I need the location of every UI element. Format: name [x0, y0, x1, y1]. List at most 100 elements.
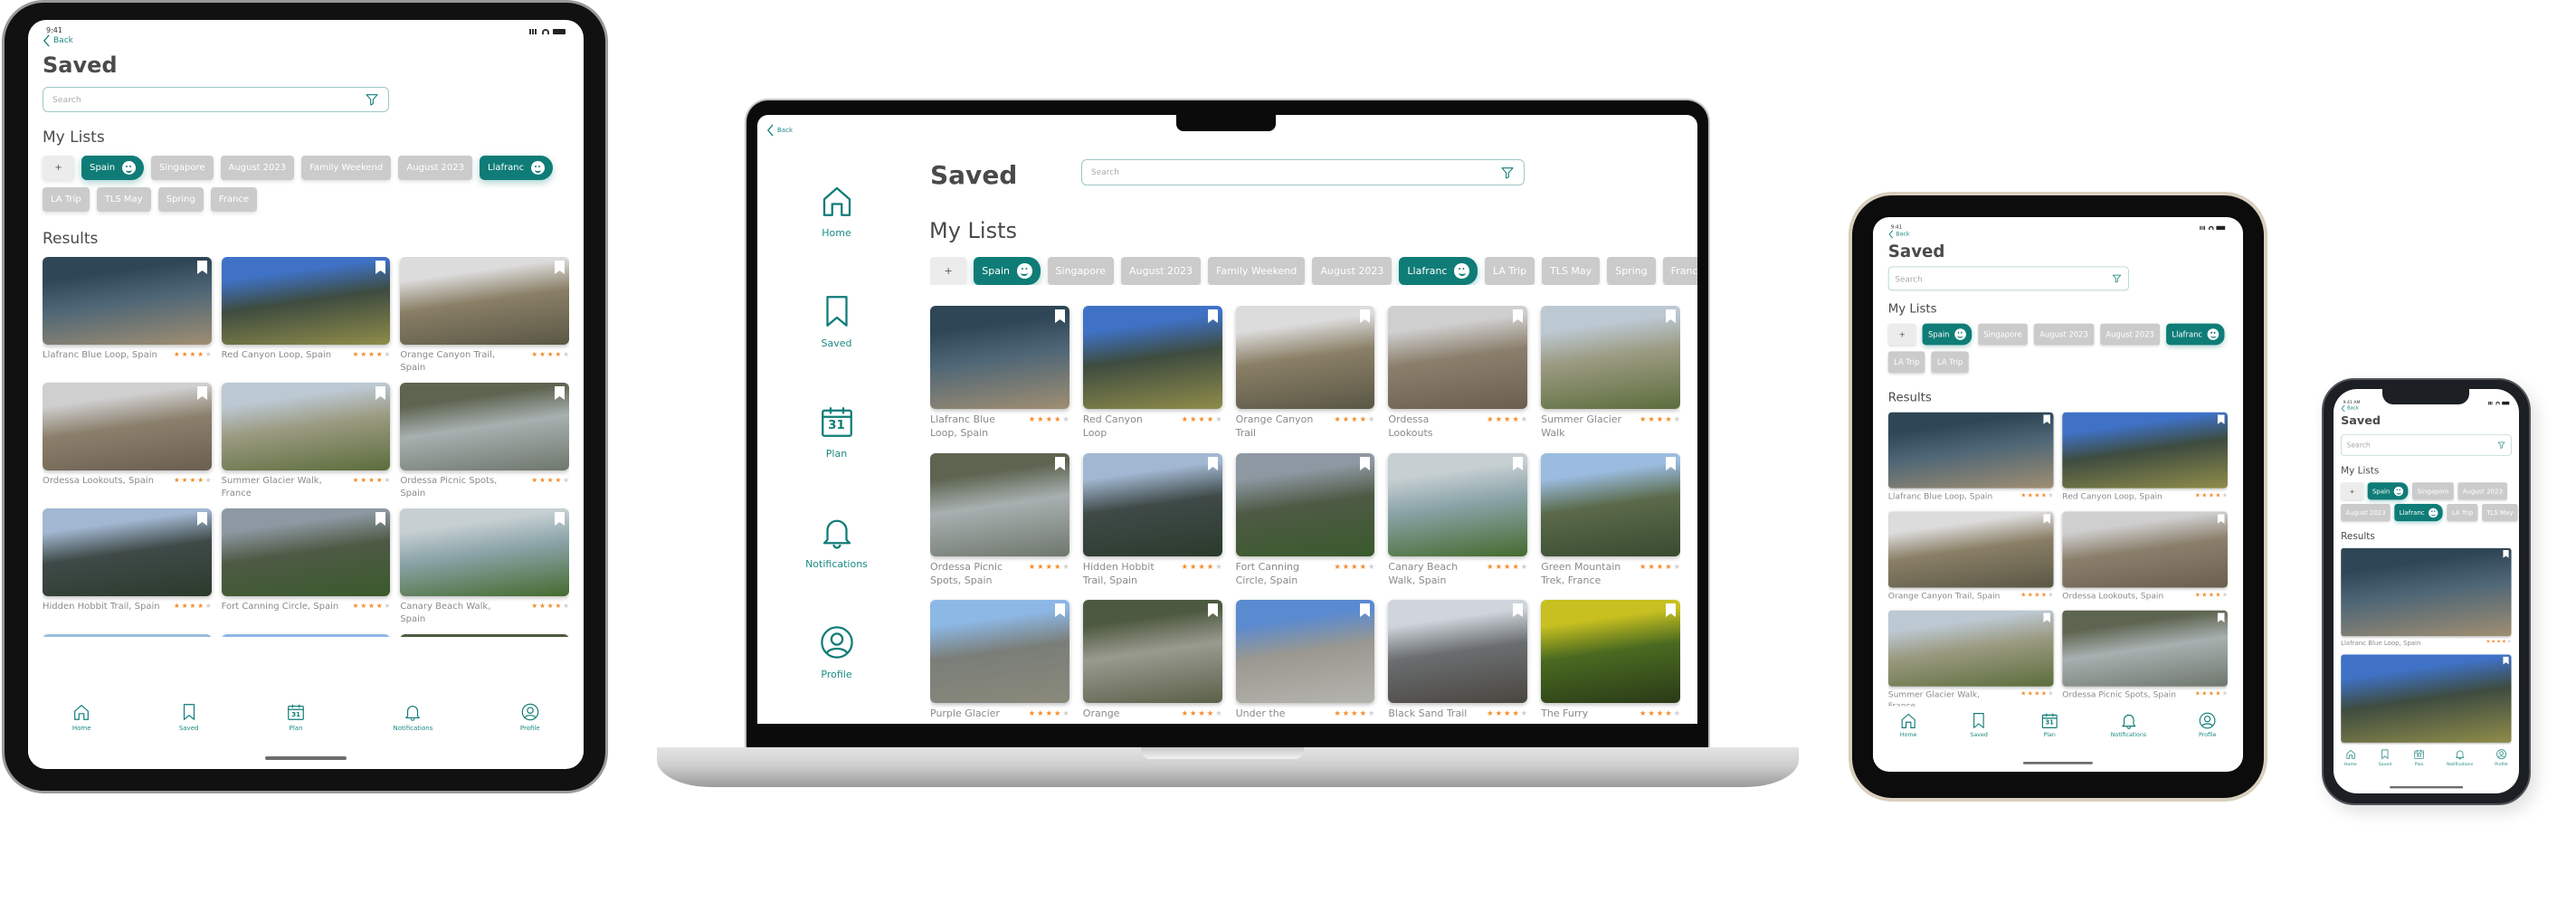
bookmark-icon[interactable]: [2217, 612, 2225, 623]
result-card[interactable]: Ordessa Picnic Spots, Spain: [930, 452, 1069, 588]
result-card[interactable]: Red Canyon Loop, Spain: [2062, 412, 2228, 503]
bookmark-icon[interactable]: [2043, 612, 2050, 623]
result-card[interactable]: Hidden Hobbit Trail, Spain: [1082, 452, 1222, 588]
bookmark-icon[interactable]: [555, 386, 565, 400]
list-chip[interactable]: Spring: [157, 187, 204, 212]
list-chip[interactable]: Singapore: [151, 156, 214, 180]
result-photo[interactable]: [1235, 600, 1375, 704]
back-button[interactable]: Back: [2341, 404, 2512, 413]
list-chip[interactable]: Llafranc: [2394, 504, 2443, 522]
bookmark-icon[interactable]: [1513, 309, 1524, 323]
bookmark-icon[interactable]: [1360, 456, 1371, 470]
result-card[interactable]: Summer Glacier Walk, France: [221, 383, 391, 499]
result-photo[interactable]: [1541, 306, 1680, 409]
result-card[interactable]: Ordessa Lookouts, Spain: [43, 383, 212, 499]
nav-item-home[interactable]: Home: [1899, 711, 1918, 738]
list-chip[interactable]: August 2023: [1121, 257, 1202, 285]
result-card[interactable]: Orange: [400, 634, 569, 637]
list-chip[interactable]: August 2023: [2457, 482, 2508, 500]
nav-item-saved[interactable]: Saved: [2379, 748, 2391, 766]
result-card[interactable]: Green Mountain Trek, France: [43, 634, 212, 637]
list-chip[interactable]: Singapore: [2412, 482, 2454, 500]
result-photo[interactable]: [930, 452, 1069, 556]
result-photo[interactable]: [1388, 452, 1528, 556]
bookmark-icon[interactable]: [1666, 456, 1676, 470]
search-input[interactable]: Search: [1081, 159, 1525, 185]
bookmark-icon[interactable]: [1207, 309, 1218, 323]
nav-item-profile[interactable]: Profile: [520, 702, 540, 732]
bookmark-icon[interactable]: [196, 386, 207, 400]
search-input[interactable]: Search: [1887, 266, 2129, 291]
bookmark-icon[interactable]: [1513, 603, 1524, 618]
nav-item-plan[interactable]: 31 Plan: [286, 702, 306, 732]
list-chip[interactable]: Spain: [2367, 482, 2409, 500]
nav-item-profile[interactable]: Profile: [2495, 748, 2508, 766]
result-card[interactable]: Canary Beach Walk, Spain: [400, 508, 569, 625]
nav-item-saved[interactable]: Saved: [1970, 711, 1989, 738]
list-chip[interactable]: TLS May: [2482, 504, 2518, 522]
filter-icon[interactable]: [1500, 166, 1515, 180]
result-photo[interactable]: [1388, 306, 1528, 409]
bookmark-icon[interactable]: [2217, 513, 2225, 524]
bookmark-icon[interactable]: [2043, 513, 2050, 524]
result-card[interactable]: Llafranc Blue Loop, Spain: [2341, 547, 2512, 648]
sidebar-item-saved[interactable]: Saved: [757, 292, 916, 349]
add-list-button[interactable]: +: [1887, 323, 1916, 346]
result-photo[interactable]: [1235, 452, 1375, 556]
result-photo[interactable]: [1082, 306, 1222, 409]
result-photo[interactable]: [400, 257, 569, 345]
result-photo[interactable]: [1082, 452, 1222, 556]
result-photo[interactable]: [1082, 600, 1222, 704]
bookmark-icon[interactable]: [196, 512, 207, 526]
list-chip[interactable]: August 2023: [220, 156, 295, 180]
result-card[interactable]: Canary Beach Walk, Spain: [1388, 452, 1528, 588]
nav-item-plan[interactable]: 31 Plan: [2413, 748, 2425, 766]
result-card[interactable]: Fort Canning Circle, Spain: [1235, 452, 1375, 588]
nav-item-notifications[interactable]: Notifications: [2111, 711, 2146, 738]
add-list-button[interactable]: +: [2341, 482, 2363, 500]
nav-item-home[interactable]: Home: [71, 702, 91, 732]
sidebar-item-home[interactable]: Home: [757, 182, 916, 239]
bookmark-icon[interactable]: [1666, 603, 1676, 618]
bookmark-icon[interactable]: [1513, 456, 1524, 470]
list-chip[interactable]: France: [1662, 257, 1697, 285]
result-photo[interactable]: [2062, 511, 2228, 588]
result-card[interactable]: Summer Glacier Walk, France: [1887, 610, 2054, 712]
search-input[interactable]: Search: [2341, 434, 2512, 456]
list-chip[interactable]: August 2023: [398, 156, 472, 180]
nav-item-notifications[interactable]: Notifications: [2447, 748, 2473, 766]
result-photo[interactable]: [221, 257, 391, 345]
back-button[interactable]: Back: [1888, 230, 2228, 239]
result-card[interactable]: Ordessa Picnic Spots, Spain: [400, 383, 569, 499]
result-photo[interactable]: [2062, 412, 2228, 489]
result-photo[interactable]: [43, 383, 212, 470]
nav-item-notifications[interactable]: Notifications: [394, 702, 433, 732]
list-chip[interactable]: Llafranc: [480, 156, 554, 180]
bookmark-icon[interactable]: [375, 512, 386, 526]
bookmark-icon[interactable]: [1360, 309, 1371, 323]
bookmark-icon[interactable]: [196, 261, 207, 274]
nav-item-profile[interactable]: Profile: [2198, 711, 2217, 738]
result-card[interactable]: Orange Canyon Trail, Spain: [1887, 511, 2054, 602]
bookmark-icon[interactable]: [2503, 656, 2509, 665]
result-card[interactable]: Green Mountain Trek, France: [1541, 452, 1680, 588]
list-chip[interactable]: LA Trip: [2447, 504, 2478, 522]
add-list-button[interactable]: +: [43, 156, 75, 180]
search-input[interactable]: Search: [43, 87, 389, 112]
list-chip[interactable]: Llafranc: [2166, 323, 2225, 346]
list-chip[interactable]: LA Trip: [1887, 351, 1925, 374]
list-chip[interactable]: Spain: [974, 257, 1041, 285]
result-photo[interactable]: [400, 634, 569, 637]
nav-item-plan[interactable]: 31 Plan: [2040, 711, 2059, 738]
list-chip[interactable]: August 2023: [1312, 257, 1393, 285]
result-card[interactable]: Under the: [1235, 600, 1375, 721]
list-chip[interactable]: Family Weekend: [301, 156, 392, 180]
result-card[interactable]: Purple Glacier: [930, 600, 1069, 721]
result-card[interactable]: Orange Canyon Trail, Spain: [400, 257, 569, 374]
result-card[interactable]: Summer Glacier Walk: [1541, 306, 1680, 441]
nav-item-home[interactable]: Home: [2344, 748, 2357, 766]
bookmark-icon[interactable]: [1360, 603, 1371, 618]
result-photo[interactable]: [2341, 547, 2512, 637]
sidebar-item-profile[interactable]: Profile: [757, 623, 916, 680]
filter-icon[interactable]: [2497, 441, 2505, 449]
